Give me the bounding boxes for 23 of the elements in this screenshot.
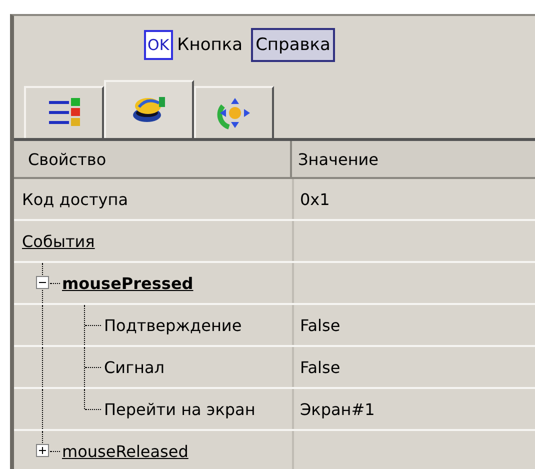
property-value: 0x1 bbox=[300, 190, 330, 208]
ok-button-icon: OK bbox=[144, 30, 174, 60]
column-header: Свойство bbox=[28, 150, 106, 168]
event-name[interactable]: mouseReleased bbox=[62, 442, 188, 460]
expand-toggle[interactable] bbox=[36, 444, 49, 457]
property-name: Подтверждение bbox=[104, 316, 242, 334]
column-header: Значение bbox=[298, 150, 379, 168]
tab[interactable] bbox=[104, 80, 194, 138]
property-name: Код доступа bbox=[21, 190, 128, 208]
plus-icon bbox=[38, 446, 47, 455]
category-name[interactable]: События bbox=[14, 232, 95, 250]
button-label: Кнопка bbox=[177, 35, 243, 55]
help-button[interactable]: Справка bbox=[250, 28, 336, 62]
tab[interactable] bbox=[194, 86, 274, 138]
property-name: Сигнал bbox=[104, 358, 164, 376]
property-value: False bbox=[300, 316, 340, 334]
tab[interactable] bbox=[24, 86, 104, 138]
event-name[interactable]: mousePressed bbox=[62, 274, 194, 292]
collapse-toggle[interactable] bbox=[36, 276, 49, 289]
move-icon bbox=[217, 96, 251, 130]
property-name: Перейти на экран bbox=[104, 400, 256, 418]
property-value: False bbox=[300, 358, 340, 376]
property-value: Экран#1 bbox=[300, 400, 375, 418]
